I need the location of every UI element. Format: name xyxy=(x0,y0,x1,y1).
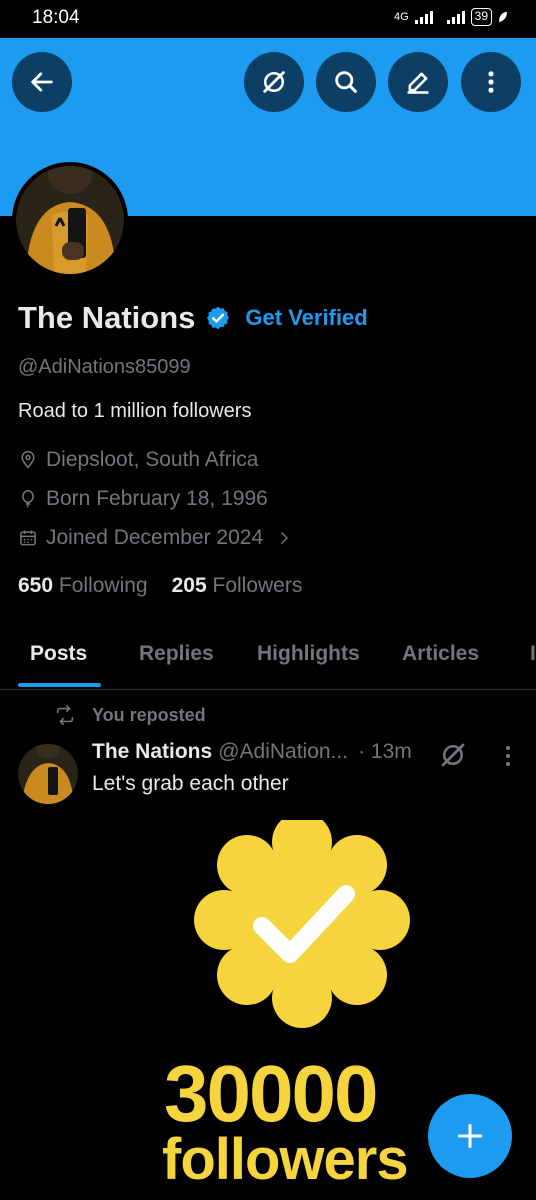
post-text: Let's grab each other xyxy=(92,772,289,795)
post-more-icon[interactable] xyxy=(498,744,518,768)
status-time: 18:04 xyxy=(32,7,80,28)
grok-icon xyxy=(263,71,285,93)
compose-post-button[interactable] xyxy=(428,1094,512,1178)
avatar-photo xyxy=(16,166,124,274)
signal-icon xyxy=(414,10,433,24)
location-row: Diepsloot, South Africa xyxy=(18,448,258,472)
profile-tabs: Posts Replies Highlights Articles I xyxy=(0,622,536,690)
joined-row[interactable]: Joined December 2024 xyxy=(18,526,293,550)
display-name: The Nations xyxy=(18,300,196,335)
media-word-text: followers xyxy=(162,1127,409,1192)
birthday-row: Born February 18, 1996 xyxy=(18,487,268,511)
repost-icon xyxy=(56,705,74,725)
more-vertical-icon xyxy=(488,71,494,93)
verified-badge-icon[interactable] xyxy=(205,305,231,331)
post-author-handle[interactable]: @AdiNation... xyxy=(218,740,348,764)
profile-joined: Joined December 2024 xyxy=(46,526,264,549)
location-pin-icon xyxy=(21,450,35,469)
following-link[interactable]: 650 Following xyxy=(18,574,148,598)
repost-indicator: You reposted xyxy=(54,704,206,726)
following-label: Following xyxy=(58,574,148,597)
tab-replies[interactable]: Replies xyxy=(139,642,214,666)
network-type: 4G xyxy=(393,11,409,23)
followers-link[interactable]: 205 Followers xyxy=(172,574,303,598)
follow-counts: 650 Following 205 Followers xyxy=(18,574,302,598)
post-timestamp[interactable]: · 13m xyxy=(358,740,412,764)
post-header: The Nations @AdiNation... · 13m xyxy=(92,740,412,764)
followers-count: 205 xyxy=(171,574,207,597)
post-avatar-photo xyxy=(18,744,78,804)
chevron-right-icon xyxy=(281,532,289,544)
post-media-image[interactable]: 30000 followers xyxy=(140,820,460,1200)
profile-handle: @AdiNations85099 xyxy=(18,356,191,378)
profile-avatar[interactable] xyxy=(12,162,128,278)
more-options-button[interactable] xyxy=(461,52,521,112)
grok-button[interactable] xyxy=(244,52,304,112)
get-verified-link[interactable]: Get Verified xyxy=(245,305,367,331)
tab-articles[interactable]: Articles xyxy=(402,642,479,666)
tab-highlights[interactable]: Highlights xyxy=(257,642,360,666)
post-author-name[interactable]: The Nations xyxy=(92,740,212,764)
verified-badge-graphic xyxy=(194,820,410,1028)
plus-icon xyxy=(457,1123,483,1149)
active-tab-indicator xyxy=(18,683,101,687)
post-author-avatar[interactable] xyxy=(18,744,78,804)
followers-label: Followers xyxy=(212,574,303,597)
search-button[interactable] xyxy=(316,52,376,112)
edit-button[interactable] xyxy=(388,52,448,112)
status-bar: 18:04 4G 39 xyxy=(0,0,536,38)
profile-birthday: Born February 18, 1996 xyxy=(46,487,268,510)
calendar-icon xyxy=(20,530,36,546)
signal-2-icon xyxy=(446,10,465,24)
back-arrow-icon xyxy=(31,72,53,92)
tab-more-overflow[interactable]: I xyxy=(530,642,536,666)
search-icon xyxy=(335,71,357,93)
repost-label: You reposted xyxy=(92,704,206,725)
tab-posts[interactable]: Posts xyxy=(30,642,87,666)
battery-icon: 39 xyxy=(470,8,492,26)
back-button[interactable] xyxy=(12,52,72,112)
post-grok-icon[interactable] xyxy=(438,740,468,770)
status-icons: 4G 39 xyxy=(394,8,508,26)
profile-location: Diepsloot, South Africa xyxy=(46,448,259,471)
profile-name-row: The Nations Get Verified xyxy=(18,300,368,336)
following-count: 650 xyxy=(18,574,54,597)
balloon-icon xyxy=(22,489,34,508)
battery-saver-leaf-icon xyxy=(499,12,507,22)
profile-bio: Road to 1 million followers xyxy=(18,400,252,422)
edit-icon xyxy=(407,72,429,94)
